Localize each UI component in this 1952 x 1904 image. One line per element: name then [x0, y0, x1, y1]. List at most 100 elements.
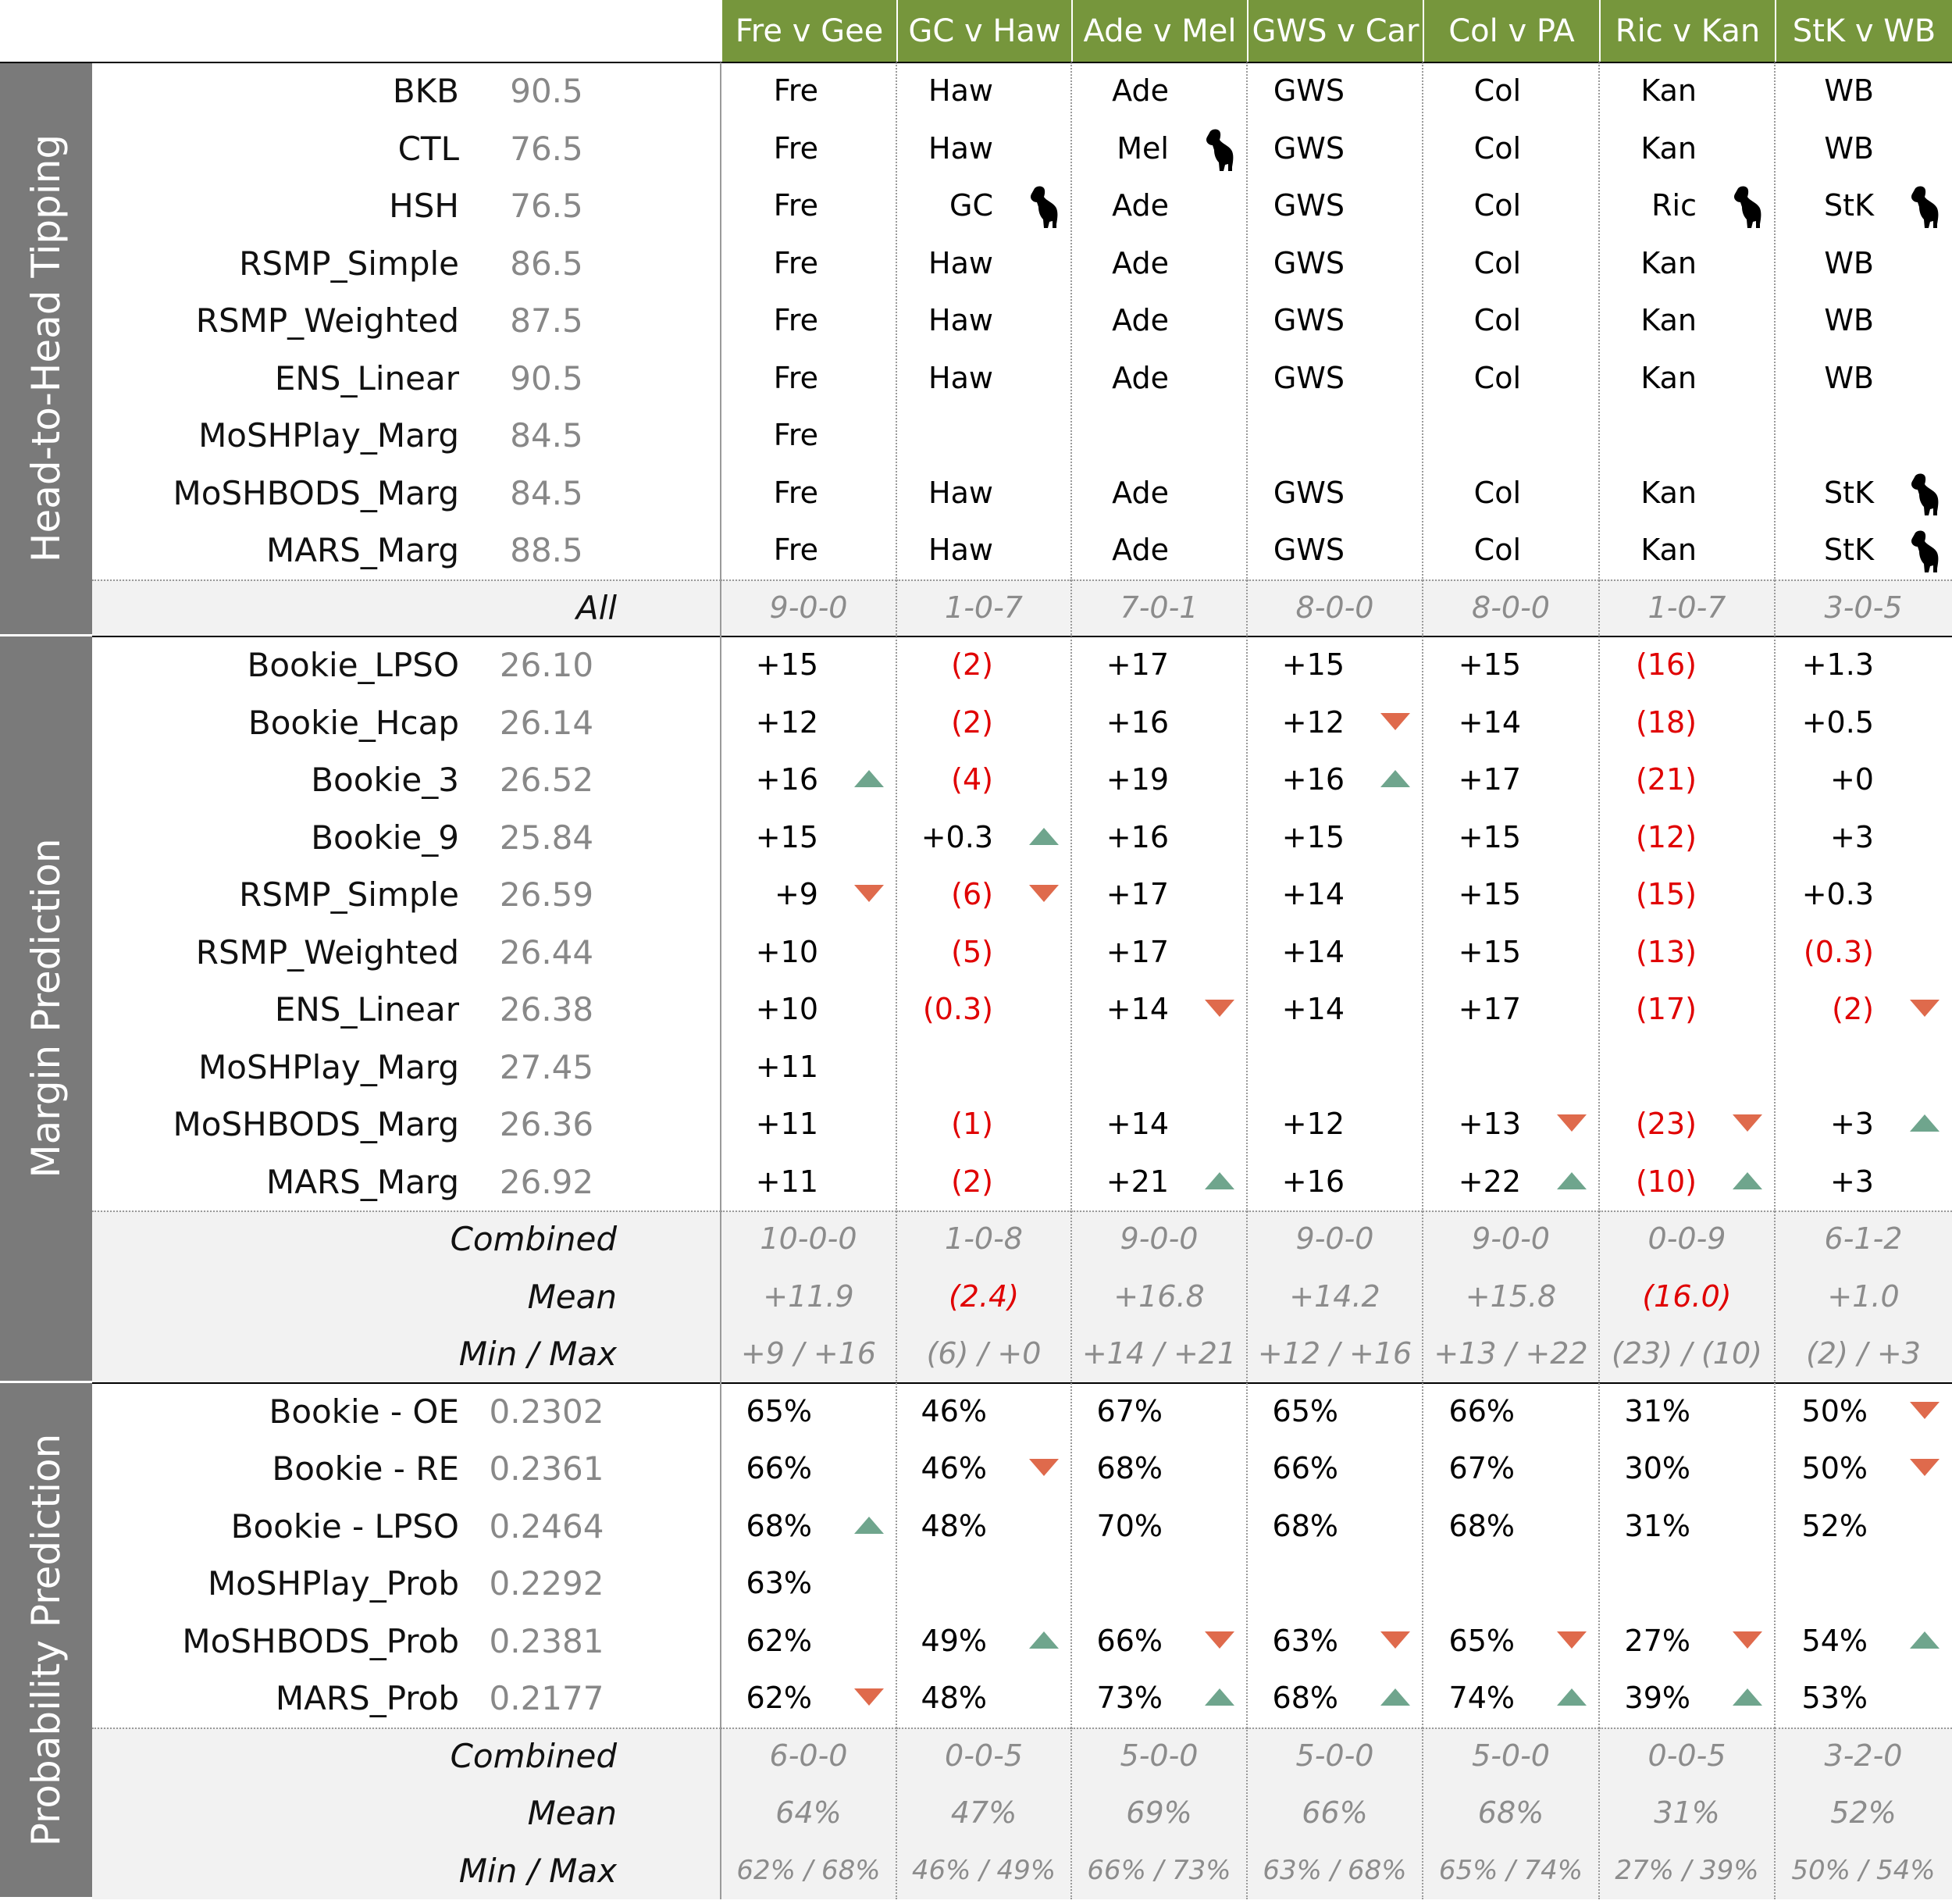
- model-name: ENS_Linear: [274, 990, 459, 1029]
- prediction-cell: [1423, 1555, 1599, 1612]
- dog-icon: [1911, 473, 1939, 515]
- triangle-up-icon: [1380, 770, 1410, 787]
- prediction-cell: +9: [721, 866, 896, 923]
- model-name: Bookie - OE: [269, 1392, 460, 1431]
- prediction-cell: (23): [1599, 1096, 1775, 1153]
- prediction-cell: Fre: [721, 235, 896, 292]
- prediction-cell: 68%: [1247, 1670, 1423, 1727]
- prediction-cell: Kan: [1599, 292, 1775, 349]
- prediction-value: +15: [1281, 819, 1345, 854]
- prediction-value: Kan: [1640, 245, 1697, 280]
- prediction-cell: 53%: [1775, 1670, 1952, 1727]
- prediction-value: +0: [1829, 762, 1874, 797]
- prediction-value: StK: [1824, 475, 1874, 510]
- model-name: Bookie_LPSO: [247, 646, 459, 684]
- prediction-value: Fre: [773, 418, 818, 452]
- prediction-cell: +16: [1071, 809, 1247, 866]
- dog-icon: [1734, 186, 1761, 228]
- triangle-up-icon: [1733, 1171, 1762, 1189]
- prediction-value: Fre: [773, 188, 818, 223]
- summary-value: 5-0-0: [1472, 1738, 1550, 1773]
- prediction-cell: 70%: [1071, 1498, 1247, 1555]
- prediction-value: (1): [951, 1107, 993, 1141]
- prediction-value: Kan: [1640, 533, 1697, 567]
- triangle-up-icon: [1910, 1114, 1940, 1132]
- prediction-cell: (6): [896, 866, 1071, 923]
- summary-label: Combined: [450, 1736, 617, 1775]
- prediction-value: (10): [1635, 1164, 1697, 1199]
- prediction-cell: 66%: [1423, 1383, 1599, 1440]
- prediction-value: WB: [1824, 303, 1874, 337]
- prediction-cell: +11: [721, 1039, 896, 1096]
- prediction-value: 50%: [1801, 1451, 1868, 1485]
- dog-icon: [1911, 530, 1939, 572]
- prediction-value: Kan: [1640, 73, 1697, 108]
- prediction-cell: +12: [1247, 1096, 1423, 1153]
- prediction-cell: Haw: [896, 120, 1071, 177]
- summary-value: 6-1-2: [1824, 1221, 1903, 1256]
- prediction-value: Col: [1473, 475, 1521, 510]
- prediction-cell: GWS: [1247, 522, 1423, 579]
- model-score: 84.5: [510, 416, 583, 455]
- prediction-value: GWS: [1273, 303, 1345, 337]
- prediction-cell: (2): [896, 694, 1071, 751]
- prediction-cell: (0.3): [1775, 924, 1952, 981]
- summary-label: Combined: [450, 1220, 617, 1258]
- prediction-value: 63%: [746, 1566, 812, 1600]
- prediction-cell: Haw: [896, 522, 1071, 579]
- prediction-cell: +13: [1423, 1096, 1599, 1153]
- triangle-down-icon: [1380, 712, 1410, 730]
- model-name: RSMP_Simple: [239, 875, 459, 914]
- prediction-value: Mel: [1117, 130, 1169, 166]
- prediction-value: Kan: [1640, 130, 1697, 166]
- prediction-value: Haw: [928, 533, 993, 567]
- match-header: Col v PA: [1423, 0, 1599, 62]
- summary-value: 62% / 68%: [736, 1854, 881, 1886]
- prediction-value: Fre: [773, 360, 818, 395]
- prediction-cell: Col: [1423, 465, 1599, 522]
- summary-value: (16.0): [1642, 1278, 1732, 1314]
- prediction-value: 62%: [746, 1681, 812, 1715]
- prediction-value: Ade: [1112, 360, 1169, 395]
- prediction-value: +15: [755, 647, 818, 682]
- prediction-value: Haw: [928, 360, 993, 395]
- model-score: 26.14: [499, 703, 594, 742]
- prediction-value: (12): [1635, 819, 1697, 854]
- column-divider: [1598, 62, 1600, 1899]
- prediction-cell: 65%: [1423, 1613, 1599, 1670]
- prediction-cell: [1071, 407, 1247, 464]
- prediction-cell: +14: [1423, 694, 1599, 751]
- prediction-value: (0.3): [1803, 934, 1874, 969]
- prediction-value: WB: [1824, 73, 1874, 108]
- prediction-cell: (10): [1599, 1153, 1775, 1211]
- prediction-value: GWS: [1273, 130, 1345, 166]
- prediction-value: Col: [1473, 245, 1521, 280]
- model-name: MoSHBODS_Marg: [173, 473, 459, 512]
- prediction-cell: 67%: [1071, 1383, 1247, 1440]
- prediction-value: +17: [1106, 934, 1169, 969]
- prediction-cell: Haw: [896, 350, 1071, 407]
- prediction-cell: Col: [1423, 522, 1599, 579]
- prediction-value: +13: [1458, 1107, 1521, 1141]
- prediction-cell: Ade: [1071, 292, 1247, 349]
- prediction-cell: Haw: [896, 62, 1071, 119]
- prediction-cell: Haw: [896, 235, 1071, 292]
- triangle-up-icon: [1733, 1688, 1762, 1706]
- prediction-cell: 31%: [1599, 1498, 1775, 1555]
- prediction-cell: 54%: [1775, 1613, 1952, 1670]
- model-name: MARS_Marg: [266, 1162, 459, 1201]
- prediction-cell: (4): [896, 751, 1071, 808]
- prediction-cell: +17: [1071, 924, 1247, 981]
- prediction-value: (17): [1635, 992, 1697, 1026]
- prediction-cell: Kan: [1599, 465, 1775, 522]
- prediction-cell: +10: [721, 981, 896, 1038]
- model-score: 26.36: [499, 1105, 594, 1143]
- prediction-cell: (12): [1599, 809, 1775, 866]
- prediction-value: GWS: [1273, 188, 1345, 223]
- prediction-cell: StK: [1775, 522, 1952, 579]
- triangle-up-icon: [1029, 827, 1059, 845]
- match-header: GC v Haw: [896, 0, 1071, 62]
- triangle-down-icon: [854, 1688, 884, 1706]
- prediction-value: Fre: [773, 303, 818, 337]
- summary-value: 63% / 68%: [1263, 1854, 1407, 1886]
